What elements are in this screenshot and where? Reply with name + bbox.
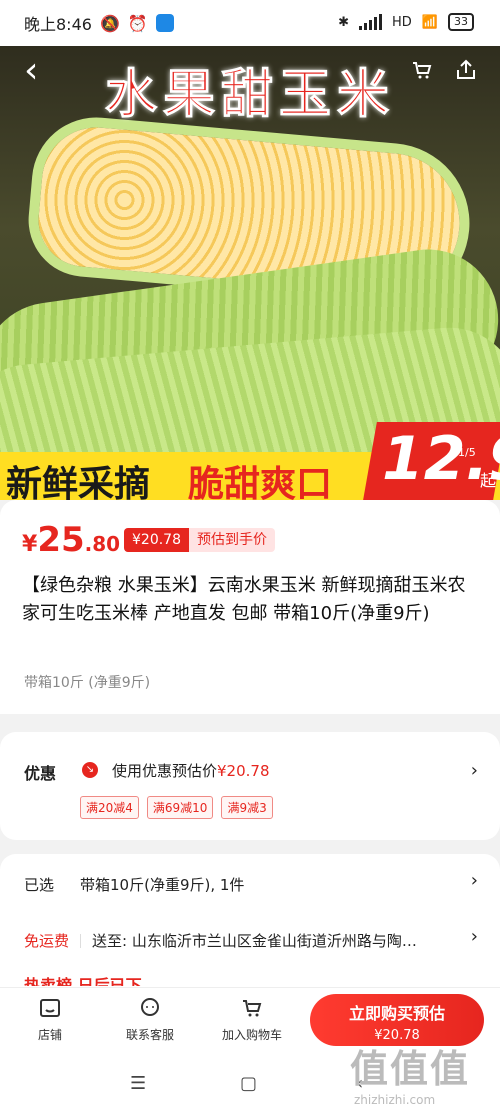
- coupon-list: 满20减4 满69减10 满9减3: [80, 796, 273, 819]
- cart-icon: [243, 1000, 262, 1017]
- status-bar: 晚上8:46 🔕 ⏰ ✱ HD 📶 33: [0, 0, 500, 46]
- coupon-tag[interactable]: 满69减10: [146, 796, 214, 819]
- hero-banner: 新鲜采摘 脆甜爽口 12.9 起: [0, 422, 500, 500]
- promo-text: 使用优惠预估价¥20.78: [112, 762, 270, 780]
- estimate-label: 预估到手价: [189, 528, 275, 552]
- selected-value[interactable]: 带箱10斤(净重9斤), 1件: [80, 874, 244, 895]
- network-type: HD: [392, 14, 412, 30]
- product-title: 【绿色杂粮 水果玉米】云南水果玉米 新鲜现摘甜玉米农家可生吃玉米棒 产地直发 包…: [22, 575, 466, 624]
- promo-card[interactable]: 优惠 ↘ 使用优惠预估价¥20.78 满20减4 满69减10 满9减3 ›: [0, 732, 500, 840]
- customer-service-button[interactable]: 联系客服: [120, 996, 180, 1043]
- discount-icon: ↘: [82, 762, 98, 778]
- chevron-right-icon[interactable]: ›: [471, 870, 478, 891]
- app-notification-icon: [155, 14, 174, 32]
- back-icon[interactable]: ‹: [24, 53, 60, 92]
- chat-icon: [141, 998, 159, 1016]
- add-to-cart-button[interactable]: 加入购物车: [214, 996, 290, 1043]
- watermark: 值值值 zhizhizhi.com: [350, 1047, 471, 1107]
- alarm-icon: ⏰: [127, 13, 148, 33]
- cart-icon[interactable]: [410, 58, 434, 82]
- wifi-icon: 📶: [421, 14, 438, 30]
- product-spec: 带箱10斤 (净重9斤): [24, 675, 151, 691]
- shipping-address[interactable]: 送至: 山东临沂市兰山区金雀山街道沂州路与陶…: [92, 930, 417, 951]
- bluetooth-icon: ✱: [338, 14, 350, 30]
- product-image[interactable]: 水果甜玉米 ‹ 新鲜采摘 脆甜爽口 12.9 起 1/5: [0, 46, 500, 500]
- menu-icon[interactable]: ☰: [130, 1073, 146, 1094]
- estimate-price-badge[interactable]: ¥20.78 预估到手价: [124, 528, 275, 552]
- promo-label: 优惠: [24, 764, 57, 783]
- battery-indicator: 33: [448, 13, 474, 31]
- buy-title: 立即购买预估: [348, 1004, 445, 1023]
- estimate-price: ¥20.78: [124, 528, 189, 552]
- store-icon: [40, 999, 60, 1017]
- status-time: 晚上8:46: [24, 15, 92, 34]
- product-price: ¥25.80: [22, 520, 121, 560]
- home-icon[interactable]: ▢: [240, 1073, 257, 1094]
- coupon-tag[interactable]: 满20减4: [80, 796, 139, 819]
- hot-list-row: 热卖榜 日后已下: [24, 976, 142, 986]
- product-info-card: ¥25.80 ¥20.78 预估到手价 【绿色杂粮 水果玉米】云南水果玉米 新鲜…: [0, 500, 500, 714]
- share-icon[interactable]: [454, 58, 478, 82]
- free-shipping-label: 免运费: [24, 932, 70, 950]
- store-button[interactable]: 店铺: [30, 996, 70, 1043]
- hero-price-suffix: 起: [480, 471, 497, 490]
- coupon-tag[interactable]: 满9减3: [221, 796, 273, 819]
- selected-label: 已选: [24, 876, 55, 894]
- chevron-right-icon[interactable]: ›: [471, 760, 478, 781]
- image-page-indicator: 1/5: [458, 446, 476, 459]
- banner-left: 新鲜采摘: [6, 464, 151, 500]
- mute-icon: 🔕: [99, 13, 120, 33]
- chevron-right-icon[interactable]: ›: [471, 926, 478, 947]
- banner-right: 脆甜爽口: [188, 464, 333, 500]
- signal-icon: [359, 14, 383, 30]
- divider: [80, 934, 81, 948]
